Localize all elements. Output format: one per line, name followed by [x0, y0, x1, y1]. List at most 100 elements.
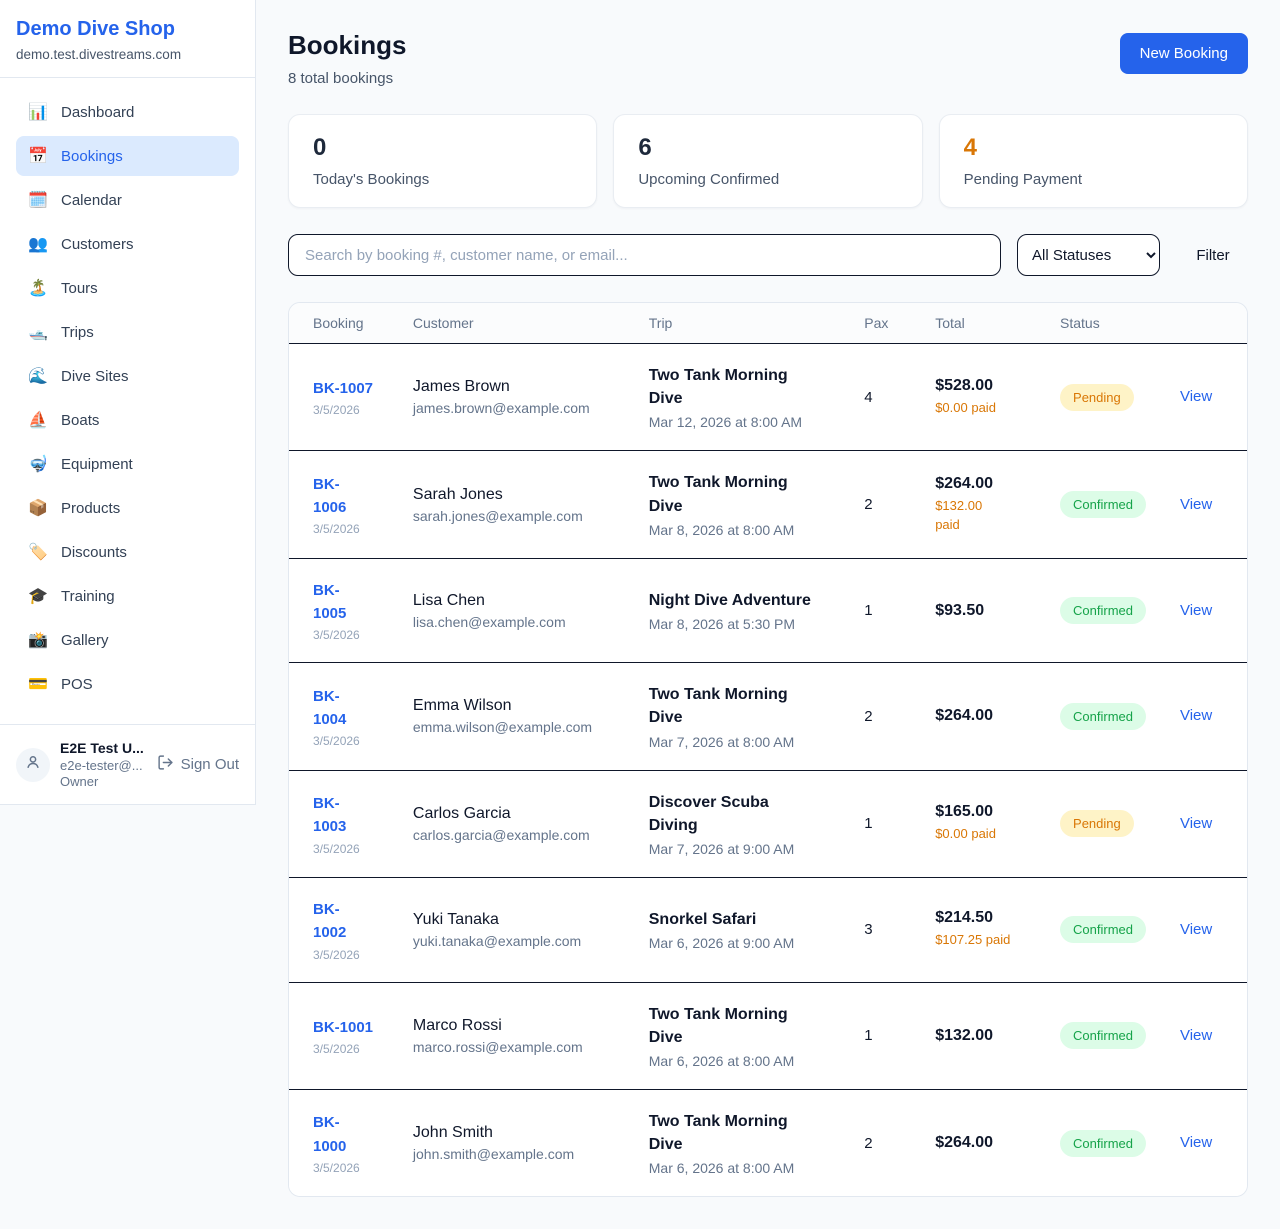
- column-header-actions: [1168, 303, 1247, 344]
- view-link[interactable]: View: [1180, 1027, 1212, 1044]
- new-booking-button[interactable]: New Booking: [1120, 33, 1248, 74]
- bar-chart-icon: 📊: [28, 102, 48, 122]
- sidebar-item-gallery[interactable]: 📸 Gallery: [16, 620, 239, 660]
- stats-row: 0 Today's Bookings 6 Upcoming Confirmed …: [288, 114, 1248, 208]
- view-link[interactable]: View: [1180, 602, 1212, 619]
- sidebar-item-label: Discounts: [61, 544, 127, 561]
- booking-number-link[interactable]: BK-1001: [313, 1016, 373, 1039]
- trip-datetime: Mar 6, 2026 at 8:00 AM: [649, 1053, 841, 1069]
- sidebar-item-customers[interactable]: 👥 Customers: [16, 224, 239, 264]
- view-link[interactable]: View: [1180, 1134, 1212, 1151]
- view-link[interactable]: View: [1180, 815, 1212, 832]
- sidebar-item-bookings[interactable]: 📅 Bookings: [16, 136, 239, 176]
- booking-number-link[interactable]: BK- 1005: [313, 579, 346, 626]
- diving-mask-icon: 🤿: [28, 454, 48, 474]
- island-icon: 🏝️: [28, 278, 48, 298]
- stat-value: 0: [313, 134, 572, 162]
- customer-email: james.brown@example.com: [413, 400, 625, 416]
- customer-email: sarah.jones@example.com: [413, 508, 625, 524]
- sidebar-item-pos[interactable]: 💳 POS: [16, 664, 239, 704]
- graduation-cap-icon: 🎓: [28, 586, 48, 606]
- status-badge: Confirmed: [1060, 597, 1146, 624]
- booking-date: 3/5/2026: [313, 628, 389, 642]
- status-badge: Confirmed: [1060, 1130, 1146, 1157]
- page-subtitle: 8 total bookings: [288, 70, 406, 87]
- booking-number-link[interactable]: BK- 1002: [313, 898, 346, 945]
- customer-name: Sarah Jones: [413, 486, 625, 504]
- table-row: BK- 1006 3/5/2026 Sarah Jones sarah.jone…: [289, 450, 1247, 557]
- sidebar-item-dive-sites[interactable]: 🌊 Dive Sites: [16, 356, 239, 396]
- view-link[interactable]: View: [1180, 388, 1212, 405]
- sign-out-icon: [157, 754, 174, 775]
- sidebar-item-calendar[interactable]: 🗓️ Calendar: [16, 180, 239, 220]
- total-amount: $528.00: [935, 377, 1036, 395]
- booking-date: 3/5/2026: [313, 403, 389, 417]
- booking-date: 3/5/2026: [313, 842, 389, 856]
- paid-amount: $107.25 paid: [935, 931, 1036, 950]
- status-filter-select[interactable]: All Statuses: [1017, 234, 1160, 276]
- paid-amount: $0.00 paid: [935, 399, 1036, 418]
- customer-name: Emma Wilson: [413, 697, 625, 715]
- user-section: E2E Test U... e2e-tester@... Owner Sign …: [0, 724, 255, 804]
- user-email: e2e-tester@...: [60, 758, 147, 773]
- customer-name: Yuki Tanaka: [413, 911, 625, 929]
- trip-name: Discover Scuba Diving: [649, 791, 841, 837]
- customer-name: Marco Rossi: [413, 1017, 625, 1035]
- sidebar-item-label: Tours: [61, 280, 98, 297]
- user-info: E2E Test U... e2e-tester@... Owner: [60, 740, 147, 789]
- package-icon: 📦: [28, 498, 48, 518]
- table-header-row: BookingCustomerTripPaxTotalStatus: [289, 303, 1247, 344]
- view-link[interactable]: View: [1180, 707, 1212, 724]
- booking-number-link[interactable]: BK- 1004: [313, 685, 346, 732]
- sidebar-item-label: POS: [61, 676, 93, 693]
- search-input[interactable]: [288, 234, 1001, 276]
- status-badge: Confirmed: [1060, 703, 1146, 730]
- sidebar-item-trips[interactable]: 🛥️ Trips: [16, 312, 239, 352]
- booking-number-link[interactable]: BK- 1000: [313, 1111, 346, 1158]
- sidebar-item-label: Customers: [61, 236, 134, 253]
- trip-name: Two Tank Morning Dive: [649, 1110, 841, 1156]
- sidebar-item-label: Dive Sites: [61, 368, 129, 385]
- sidebar-item-equipment[interactable]: 🤿 Equipment: [16, 444, 239, 484]
- table-row: BK- 1004 3/5/2026 Emma Wilson emma.wilso…: [289, 662, 1247, 769]
- bookings-table: BookingCustomerTripPaxTotalStatus BK-100…: [289, 303, 1247, 1196]
- table-row: BK- 1005 3/5/2026 Lisa Chen lisa.chen@ex…: [289, 558, 1247, 663]
- sidebar-item-products[interactable]: 📦 Products: [16, 488, 239, 528]
- trip-datetime: Mar 6, 2026 at 8:00 AM: [649, 1160, 841, 1176]
- filter-button[interactable]: Filter: [1178, 247, 1248, 264]
- customer-email: john.smith@example.com: [413, 1146, 625, 1162]
- sidebar-item-training[interactable]: 🎓 Training: [16, 576, 239, 616]
- trip-name: Two Tank Morning Dive: [649, 364, 841, 410]
- sidebar-item-label: Training: [61, 588, 115, 605]
- table-row: BK-1001 3/5/2026 Marco Rossi marco.rossi…: [289, 982, 1247, 1089]
- sidebar-item-tours[interactable]: 🏝️ Tours: [16, 268, 239, 308]
- stat-value: 4: [964, 134, 1223, 162]
- shop-domain: demo.test.divestreams.com: [16, 47, 239, 62]
- booking-number-link[interactable]: BK- 1006: [313, 473, 346, 520]
- table-row: BK-1007 3/5/2026 James Brown james.brown…: [289, 344, 1247, 450]
- wave-icon: 🌊: [28, 366, 48, 386]
- pax-count: 1: [852, 982, 923, 1089]
- column-header-trip: Trip: [637, 303, 853, 344]
- paid-amount: $132.00 paid: [935, 497, 1036, 535]
- sidebar-item-boats[interactable]: ⛵ Boats: [16, 400, 239, 440]
- user-role: Owner: [60, 774, 147, 789]
- view-link[interactable]: View: [1180, 496, 1212, 513]
- booking-number-link[interactable]: BK- 1003: [313, 792, 346, 839]
- booking-number-link[interactable]: BK-1007: [313, 377, 373, 400]
- status-badge: Confirmed: [1060, 916, 1146, 943]
- stat-value: 6: [638, 134, 897, 162]
- sidebar-item-dashboard[interactable]: 📊 Dashboard: [16, 92, 239, 132]
- sign-out-button[interactable]: Sign Out: [157, 754, 239, 775]
- sidebar-item-discounts[interactable]: 🏷️ Discounts: [16, 532, 239, 572]
- sidebar-item-label: Calendar: [61, 192, 122, 209]
- pax-count: 3: [852, 877, 923, 982]
- filter-row: All Statuses Filter: [288, 234, 1248, 276]
- pax-count: 4: [852, 344, 923, 450]
- total-amount: $165.00: [935, 803, 1036, 821]
- total-amount: $93.50: [935, 602, 1036, 620]
- customer-email: carlos.garcia@example.com: [413, 827, 625, 843]
- view-link[interactable]: View: [1180, 921, 1212, 938]
- pax-count: 1: [852, 770, 923, 877]
- customer-name: Carlos Garcia: [413, 805, 625, 823]
